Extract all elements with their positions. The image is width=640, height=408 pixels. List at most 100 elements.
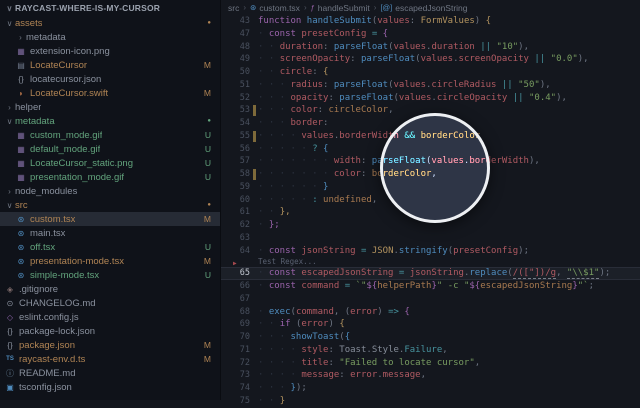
sidebar-item-default-mode-gif[interactable]: ▦default_mode.gifU xyxy=(0,142,220,156)
code-line-51[interactable]: 51· · · radius: parseFloat(values.circle… xyxy=(220,79,640,92)
line-number[interactable]: 64 xyxy=(220,245,250,258)
code-line-60[interactable]: 60· · · · · : undefined, xyxy=(220,194,640,207)
code-line-61[interactable]: 61· · }, xyxy=(220,206,640,219)
code-line-67[interactable]: 67 xyxy=(220,293,640,306)
sidebar-item-changelog-md[interactable]: ⊙CHANGELOG.md xyxy=(0,296,220,310)
sidebar-item--gitignore[interactable]: ◈.gitignore xyxy=(0,282,220,296)
line-number[interactable]: 60 xyxy=(220,194,250,207)
line-number[interactable]: 53 xyxy=(220,104,250,117)
sidebar-item-locatecursor-swift[interactable]: ◗LocateCursor.swiftM xyxy=(0,86,220,100)
sidebar-item-eslint-config-js[interactable]: ◇eslint.config.js xyxy=(0,310,220,324)
line-number[interactable]: 66 xyxy=(220,280,250,293)
line-number[interactable]: 58 xyxy=(220,168,250,181)
sidebar-item-metadata[interactable]: ›metadata xyxy=(0,30,220,44)
code-line-65[interactable]: 65· const escapedJsonString = jsonString… xyxy=(220,267,640,280)
code-line-47[interactable]: 47· const presetConfig = { xyxy=(220,28,640,41)
breadcrumb: src›⊛custom.tsx›ƒhandleSubmit›[@]escaped… xyxy=(220,0,640,15)
line-number[interactable]: 55 xyxy=(220,130,250,143)
code-line-43[interactable]: 43function handleSubmit(values: FormValu… xyxy=(220,15,640,28)
sidebar-item-locatecursor-static-png[interactable]: ▦LocateCursor_static.pngU xyxy=(0,156,220,170)
code-line-59[interactable]: 59· · · · · · } xyxy=(220,181,640,194)
sidebar-item-simple-mode-tsx[interactable]: ⊛simple-mode.tsxU xyxy=(0,268,220,282)
sidebar-item-readme-md[interactable]: ⓘREADME.md xyxy=(0,366,220,380)
code-line-50[interactable]: 50· · circle: { xyxy=(220,66,640,79)
code-line-73[interactable]: 73· · · · message: error.message, xyxy=(220,369,640,382)
line-number[interactable]: 49 xyxy=(220,53,250,66)
code-line-55[interactable]: 55· · · · values.borderWidth && borderCo… xyxy=(220,130,640,143)
code-line-68[interactable]: 68· exec(command, (error) => { xyxy=(220,306,640,319)
breadcrumb-segment[interactable]: ⊛custom.tsx xyxy=(250,3,300,13)
sidebar-item-node-modules[interactable]: ›node_modules xyxy=(0,184,220,198)
line-number[interactable]: 74 xyxy=(220,382,250,395)
line-number[interactable]: 75 xyxy=(220,395,250,408)
sidebar-item-assets[interactable]: ∨assets● xyxy=(0,16,220,30)
sidebar-item-raycast-env-d-ts[interactable]: TSraycast-env.d.tsM xyxy=(0,352,220,366)
line-number[interactable]: 63 xyxy=(220,232,250,245)
line-number[interactable]: 73 xyxy=(220,369,250,382)
explorer-root[interactable]: ∨ RAYCAST-WHERE-IS-MY-CURSOR xyxy=(0,0,220,16)
line-number[interactable]: 65 xyxy=(220,267,250,280)
code-area[interactable]: 43function handleSubmit(values: FormValu… xyxy=(220,15,640,408)
sidebar-item-package-lock-json[interactable]: {}package-lock.json xyxy=(0,324,220,338)
sidebar-item-locatecursor[interactable]: ▤LocateCursorM xyxy=(0,58,220,72)
sidebar-item-helper[interactable]: ›helper xyxy=(0,100,220,114)
code-line-62[interactable]: 62· }; xyxy=(220,219,640,232)
sidebar-item-custom-mode-gif[interactable]: ▦custom_mode.gifU xyxy=(0,128,220,142)
line-number[interactable]: 68 xyxy=(220,306,250,319)
code-line-52[interactable]: 52· · · opacity: parseFloat(values.circl… xyxy=(220,92,640,105)
line-number[interactable]: 57 xyxy=(220,155,250,168)
sidebar-item-src[interactable]: ∨src● xyxy=(0,198,220,212)
line-number[interactable]: 70 xyxy=(220,331,250,344)
line-number[interactable]: 56 xyxy=(220,143,250,156)
breadcrumb-segment[interactable]: [@]escapedJsonString xyxy=(380,3,467,13)
line-number[interactable]: 51 xyxy=(220,79,250,92)
line-number[interactable]: 72 xyxy=(220,357,250,370)
line-number[interactable]: 67 xyxy=(220,293,250,306)
eslint-icon: ◇ xyxy=(4,313,16,322)
code-line-70[interactable]: 70· · · showToast({ xyxy=(220,331,640,344)
git-status-badge: M xyxy=(204,256,211,266)
file-label: helper xyxy=(15,102,41,113)
line-number[interactable]: 71 xyxy=(220,344,250,357)
sidebar-item-package-json[interactable]: {}package.jsonM xyxy=(0,338,220,352)
sidebar-item-tsconfig-json[interactable]: ▣tsconfig.json xyxy=(0,380,220,394)
file-label: simple-mode.tsx xyxy=(30,270,99,281)
code-line-49[interactable]: 49· · screenOpacity: parseFloat(values.s… xyxy=(220,53,640,66)
code-text: · · · · · · · color: borderColor, xyxy=(258,168,437,181)
line-number[interactable]: 61 xyxy=(220,206,250,219)
code-line-71[interactable]: 71· · · · style: Toast.Style.Failure, xyxy=(220,344,640,357)
sidebar-item-metadata[interactable]: ∨metadata● xyxy=(0,114,220,128)
sidebar-item-custom-tsx[interactable]: ⊛custom.tsxM xyxy=(0,212,220,226)
line-number[interactable]: 69 xyxy=(220,318,250,331)
line-number[interactable]: 62 xyxy=(220,219,250,232)
sidebar-item-extension-icon-png[interactable]: ▦extension-icon.png xyxy=(0,44,220,58)
code-line-74[interactable]: 74· · · }); xyxy=(220,382,640,395)
sidebar-item-presentation-mode-gif[interactable]: ▦presentation_mode.gifU xyxy=(0,170,220,184)
breadcrumb-segment[interactable]: src xyxy=(228,3,239,13)
line-number[interactable]: 43 xyxy=(220,15,250,28)
sidebar-item-main-tsx[interactable]: ⊛main.tsx xyxy=(0,226,220,240)
sidebar-item-off-tsx[interactable]: ⊛off.tsxU xyxy=(0,240,220,254)
code-line-56[interactable]: 56· · · · · ? { xyxy=(220,143,640,156)
code-line-54[interactable]: 54· · · border: xyxy=(220,117,640,130)
code-line-72[interactable]: 72· · · · title: "Failed to locate curso… xyxy=(220,357,640,370)
sidebar-item-presentation-mode-tsx[interactable]: ⊛presentation-mode.tsxM xyxy=(0,254,220,268)
line-number[interactable]: 59 xyxy=(220,181,250,194)
code-line-57[interactable]: 57· · · · · · · width: parseFloat(values… xyxy=(220,155,640,168)
breadcrumb-label: src xyxy=(228,3,239,13)
code-line-66[interactable]: 66· const command = `"${helperPath}" -c … xyxy=(220,280,640,293)
react-icon: ⊛ xyxy=(15,243,27,252)
line-number[interactable]: 52 xyxy=(220,92,250,105)
code-line-75[interactable]: 75· · } xyxy=(220,395,640,408)
code-line-63[interactable]: 63 xyxy=(220,232,640,245)
line-number[interactable]: 48 xyxy=(220,41,250,54)
breadcrumb-segment[interactable]: ƒhandleSubmit xyxy=(311,3,370,13)
code-line-58[interactable]: 58 · · · · · · · color: borderColor, xyxy=(220,168,640,181)
line-number[interactable]: 54 xyxy=(220,117,250,130)
code-line-53[interactable]: 53· · · color: circleColor, xyxy=(220,104,640,117)
sidebar-item-locatecursor-json[interactable]: {}locatecursor.json xyxy=(0,72,220,86)
line-number[interactable]: 50 xyxy=(220,66,250,79)
code-line-48[interactable]: 48· · duration: parseFloat(values.durati… xyxy=(220,41,640,54)
line-number[interactable]: 47 xyxy=(220,28,250,41)
code-line-69[interactable]: 69· · if (error) { xyxy=(220,318,640,331)
